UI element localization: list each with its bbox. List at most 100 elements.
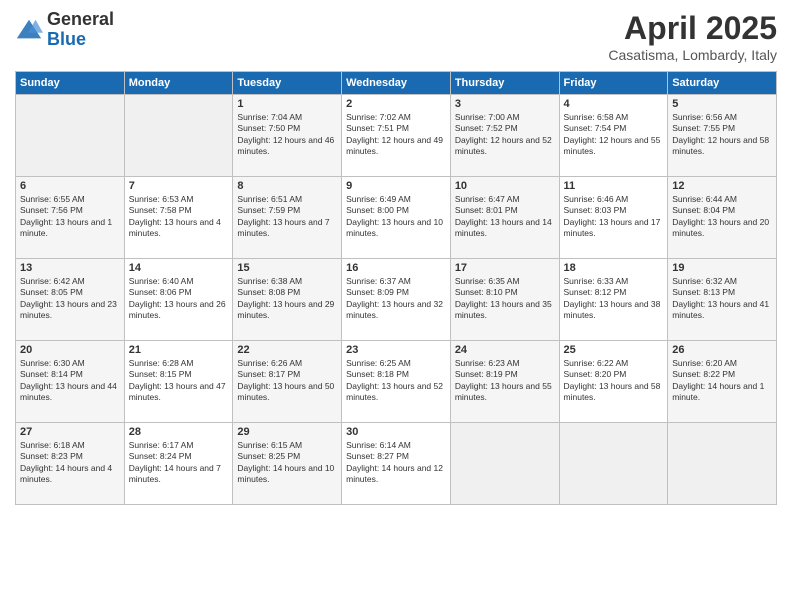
day-info: Sunrise: 6:32 AM Sunset: 8:13 PM Dayligh… xyxy=(672,276,772,322)
table-row: 13 Sunrise: 6:42 AM Sunset: 8:05 PM Dayli… xyxy=(16,259,125,341)
table-row: 26 Sunrise: 6:20 AM Sunset: 8:22 PM Dayli… xyxy=(668,341,777,423)
day-number: 30 xyxy=(346,426,446,438)
table-row: 19 Sunrise: 6:32 AM Sunset: 8:13 PM Dayli… xyxy=(668,259,777,341)
day-info: Sunrise: 6:22 AM Sunset: 8:20 PM Dayligh… xyxy=(564,358,664,404)
table-row: 18 Sunrise: 6:33 AM Sunset: 8:12 PM Dayli… xyxy=(559,259,668,341)
day-number: 2 xyxy=(346,98,446,110)
table-row: 5 Sunrise: 6:56 AM Sunset: 7:55 PM Daylig… xyxy=(668,95,777,177)
table-row: 23Sunrise: 6:25 AM Sunset: 8:18 PM Dayli… xyxy=(342,341,451,423)
table-row xyxy=(668,423,777,505)
day-number: 21 xyxy=(129,344,229,356)
col-sunday: Sunday xyxy=(16,72,125,95)
logo-general-text: General xyxy=(47,9,114,29)
day-number: 15 xyxy=(237,262,337,274)
month-title: April 2025 xyxy=(608,10,777,47)
day-info: Sunrise: 6:37 AM Sunset: 8:09 PM Dayligh… xyxy=(346,276,446,322)
col-wednesday: Wednesday xyxy=(342,72,451,95)
day-info: Sunrise: 6:33 AM Sunset: 8:12 PM Dayligh… xyxy=(564,276,664,322)
table-row: 28 Sunrise: 6:17 AM Sunset: 8:24 PM Dayli… xyxy=(124,423,233,505)
col-monday: Monday xyxy=(124,72,233,95)
day-number: 10 xyxy=(455,180,555,192)
day-number: 12 xyxy=(672,180,772,192)
table-row: 12 Sunrise: 6:44 AM Sunset: 8:04 PM Dayli… xyxy=(668,177,777,259)
day-number: 11 xyxy=(564,180,664,192)
table-row: 17Sunrise: 6:35 AM Sunset: 8:10 PM Dayli… xyxy=(450,259,559,341)
logo-text: General Blue xyxy=(47,10,114,50)
day-info: Sunrise: 6:23 AM Sunset: 8:19 PM Dayligh… xyxy=(455,358,555,404)
table-row: 11 Sunrise: 6:46 AM Sunset: 8:03 PM Dayli… xyxy=(559,177,668,259)
day-number: 29 xyxy=(237,426,337,438)
table-row: 1Sunrise: 7:04 AM Sunset: 7:50 PM Daylig… xyxy=(233,95,342,177)
calendar-week-row: 6 Sunrise: 6:55 AM Sunset: 7:56 PM Daylig… xyxy=(16,177,777,259)
table-row: 25 Sunrise: 6:22 AM Sunset: 8:20 PM Dayli… xyxy=(559,341,668,423)
table-row: 30 Sunrise: 6:14 AM Sunset: 8:27 PM Dayli… xyxy=(342,423,451,505)
day-number: 19 xyxy=(672,262,772,274)
table-row: 14 Sunrise: 6:40 AM Sunset: 8:06 PM Dayli… xyxy=(124,259,233,341)
header: General Blue April 2025 Casatisma, Lomba… xyxy=(15,10,777,63)
day-info: Sunrise: 6:30 AM Sunset: 8:14 PM Dayligh… xyxy=(20,358,120,404)
day-info: Sunrise: 6:40 AM Sunset: 8:06 PM Dayligh… xyxy=(129,276,229,322)
day-number: 18 xyxy=(564,262,664,274)
table-row: 2 Sunrise: 7:02 AM Sunset: 7:51 PM Daylig… xyxy=(342,95,451,177)
day-number: 13 xyxy=(20,262,120,274)
day-info: Sunrise: 6:53 AM Sunset: 7:58 PM Dayligh… xyxy=(129,194,229,240)
day-info: Sunrise: 6:38 AM Sunset: 8:08 PM Dayligh… xyxy=(237,276,337,322)
table-row: 21Sunrise: 6:28 AM Sunset: 8:15 PM Dayli… xyxy=(124,341,233,423)
table-row: 8Sunrise: 6:51 AM Sunset: 7:59 PM Daylig… xyxy=(233,177,342,259)
col-friday: Friday xyxy=(559,72,668,95)
table-row: 22Sunrise: 6:26 AM Sunset: 8:17 PM Dayli… xyxy=(233,341,342,423)
day-number: 20 xyxy=(20,344,120,356)
day-number: 25 xyxy=(564,344,664,356)
table-row: 27Sunrise: 6:18 AM Sunset: 8:23 PM Dayli… xyxy=(16,423,125,505)
table-row xyxy=(124,95,233,177)
day-info: Sunrise: 6:15 AM Sunset: 8:25 PM Dayligh… xyxy=(237,440,337,486)
table-row: 3 Sunrise: 7:00 AM Sunset: 7:52 PM Daylig… xyxy=(450,95,559,177)
day-number: 6 xyxy=(20,180,120,192)
calendar-header-row: Sunday Monday Tuesday Wednesday Thursday… xyxy=(16,72,777,95)
col-thursday: Thursday xyxy=(450,72,559,95)
day-info: Sunrise: 6:46 AM Sunset: 8:03 PM Dayligh… xyxy=(564,194,664,240)
day-number: 17 xyxy=(455,262,555,274)
day-info: Sunrise: 6:42 AM Sunset: 8:05 PM Dayligh… xyxy=(20,276,120,322)
table-row: 10 Sunrise: 6:47 AM Sunset: 8:01 PM Dayli… xyxy=(450,177,559,259)
table-row: 7 Sunrise: 6:53 AM Sunset: 7:58 PM Daylig… xyxy=(124,177,233,259)
day-info: Sunrise: 6:17 AM Sunset: 8:24 PM Dayligh… xyxy=(129,440,229,486)
calendar-week-row: 20 Sunrise: 6:30 AM Sunset: 8:14 PM Dayli… xyxy=(16,341,777,423)
day-info: Sunrise: 6:56 AM Sunset: 7:55 PM Dayligh… xyxy=(672,112,772,158)
day-number: 7 xyxy=(129,180,229,192)
day-number: 3 xyxy=(455,98,555,110)
table-row: 9Sunrise: 6:49 AM Sunset: 8:00 PM Daylig… xyxy=(342,177,451,259)
calendar-week-row: 27Sunrise: 6:18 AM Sunset: 8:23 PM Dayli… xyxy=(16,423,777,505)
calendar-table: Sunday Monday Tuesday Wednesday Thursday… xyxy=(15,71,777,505)
table-row xyxy=(450,423,559,505)
table-row xyxy=(559,423,668,505)
table-row: 6 Sunrise: 6:55 AM Sunset: 7:56 PM Daylig… xyxy=(16,177,125,259)
day-info: Sunrise: 6:44 AM Sunset: 8:04 PM Dayligh… xyxy=(672,194,772,240)
logo-icon xyxy=(15,16,43,44)
calendar-week-row: 13 Sunrise: 6:42 AM Sunset: 8:05 PM Dayli… xyxy=(16,259,777,341)
table-row: 24 Sunrise: 6:23 AM Sunset: 8:19 PM Dayli… xyxy=(450,341,559,423)
day-info: Sunrise: 6:20 AM Sunset: 8:22 PM Dayligh… xyxy=(672,358,772,404)
col-tuesday: Tuesday xyxy=(233,72,342,95)
logo: General Blue xyxy=(15,10,114,50)
day-number: 28 xyxy=(129,426,229,438)
day-number: 5 xyxy=(672,98,772,110)
day-info: Sunrise: 6:14 AM Sunset: 8:27 PM Dayligh… xyxy=(346,440,446,486)
day-info: Sunrise: 7:00 AM Sunset: 7:52 PM Dayligh… xyxy=(455,112,555,158)
day-info: Sunrise: 6:55 AM Sunset: 7:56 PM Dayligh… xyxy=(20,194,120,240)
day-number: 4 xyxy=(564,98,664,110)
table-row: 20 Sunrise: 6:30 AM Sunset: 8:14 PM Dayli… xyxy=(16,341,125,423)
day-info: Sunrise: 6:47 AM Sunset: 8:01 PM Dayligh… xyxy=(455,194,555,240)
table-row: 15 Sunrise: 6:38 AM Sunset: 8:08 PM Dayli… xyxy=(233,259,342,341)
day-info: Sunrise: 7:02 AM Sunset: 7:51 PM Dayligh… xyxy=(346,112,446,158)
day-info: Sunrise: 6:18 AM Sunset: 8:23 PM Dayligh… xyxy=(20,440,120,486)
day-info: Sunrise: 6:26 AM Sunset: 8:17 PM Dayligh… xyxy=(237,358,337,404)
day-info: Sunrise: 6:49 AM Sunset: 8:00 PM Dayligh… xyxy=(346,194,446,240)
day-info: Sunrise: 6:58 AM Sunset: 7:54 PM Dayligh… xyxy=(564,112,664,158)
title-block: April 2025 Casatisma, Lombardy, Italy xyxy=(608,10,777,63)
day-number: 14 xyxy=(129,262,229,274)
day-number: 26 xyxy=(672,344,772,356)
day-number: 16 xyxy=(346,262,446,274)
day-number: 23 xyxy=(346,344,446,356)
day-number: 24 xyxy=(455,344,555,356)
